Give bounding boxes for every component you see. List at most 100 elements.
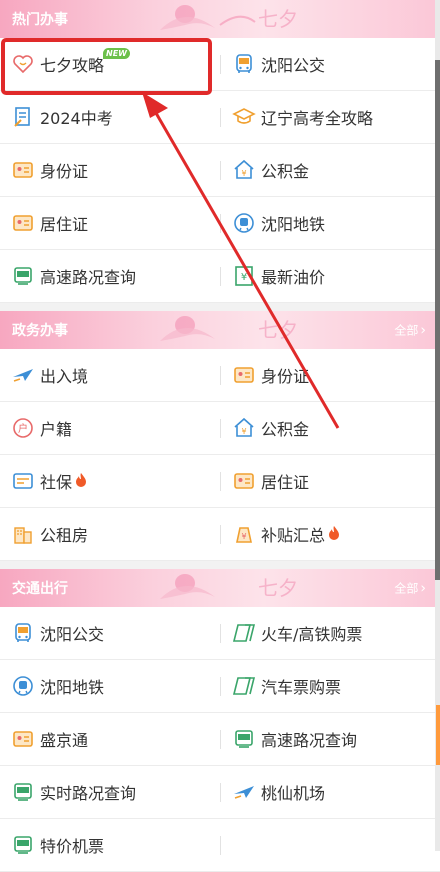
section-title: 政务办事 bbox=[12, 323, 68, 339]
grid-item[interactable]: 高速路况查询 bbox=[0, 250, 220, 303]
grid-item[interactable]: ¥ 公积金 bbox=[220, 402, 440, 455]
grid-item[interactable]: 火车/高铁购票 bbox=[220, 607, 440, 660]
train-ticket-icon bbox=[232, 621, 256, 645]
grid-item[interactable]: 沈阳公交 bbox=[0, 607, 220, 660]
grid-item-label: 最新油价 bbox=[261, 268, 326, 287]
grid-item-label: 高速路况查询 bbox=[40, 268, 137, 287]
grid-item-label: 社保 bbox=[40, 473, 73, 492]
scroll-indicator bbox=[436, 705, 440, 765]
residence-card-icon bbox=[11, 211, 35, 235]
bus-icon bbox=[11, 621, 35, 645]
svg-text:七夕: 七夕 bbox=[258, 7, 298, 31]
grid-item-label: 沈阳地铁 bbox=[40, 678, 105, 697]
grid-item-label: 沈阳地铁 bbox=[261, 215, 326, 234]
subsidy-bag-icon: ¥ bbox=[232, 522, 256, 546]
more-label: 全部 bbox=[394, 581, 419, 596]
grid-item[interactable]: 身份证 bbox=[220, 349, 440, 402]
exam-paper-icon bbox=[11, 105, 35, 129]
grid-item[interactable]: 特价机票 bbox=[0, 819, 220, 872]
grid-item[interactable]: 沈阳公交 bbox=[220, 38, 440, 91]
flame-icon bbox=[325, 525, 340, 544]
svg-text:七夕: 七夕 bbox=[258, 576, 298, 600]
metro-icon bbox=[11, 674, 35, 698]
graduation-cap-icon bbox=[232, 105, 256, 129]
grid-item[interactable]: 身份证 bbox=[0, 144, 220, 197]
grid-item-label: 盛京通 bbox=[40, 731, 89, 750]
grid-item-label: 公租房 bbox=[40, 526, 89, 545]
grid-item[interactable]: 桃仙机场 bbox=[220, 766, 440, 819]
scrollbar-thumb[interactable] bbox=[435, 60, 440, 580]
grid-item-label: 汽车票购票 bbox=[261, 678, 342, 697]
svg-text:¥: ¥ bbox=[241, 169, 246, 178]
grid-item-label: 身份证 bbox=[40, 162, 89, 181]
household-register-icon: 户 bbox=[11, 416, 35, 440]
grid-item-label: 实时路况查询 bbox=[40, 784, 137, 803]
traffic-section-header: 七夕 交通出行 全部 › bbox=[0, 569, 440, 607]
gov-grid: 出入境 身份证户户籍 ¥ 公积金 社保 居住证 公租房 ¥ 补贴汇总 bbox=[0, 349, 440, 561]
grid-item-label: 身份证 bbox=[261, 367, 310, 386]
grid-item-label: 补贴汇总 bbox=[261, 526, 326, 545]
coach-ticket-icon bbox=[232, 674, 256, 698]
grid-item[interactable]: 社保 bbox=[0, 455, 220, 508]
gov-more-link[interactable]: 全部 › bbox=[394, 322, 426, 339]
grid-item[interactable]: 沈阳地铁 bbox=[0, 660, 220, 713]
grid-item[interactable]: 高速路况查询 bbox=[220, 713, 440, 766]
public-housing-icon bbox=[11, 522, 35, 546]
house-fund-icon: ¥ bbox=[232, 158, 256, 182]
grid-item-label: 高速路况查询 bbox=[261, 731, 358, 750]
grid-item-label: 出入境 bbox=[40, 367, 89, 386]
house-fund-icon: ¥ bbox=[232, 416, 256, 440]
grid-item[interactable]: 盛京通 bbox=[0, 713, 220, 766]
svg-text:¥: ¥ bbox=[241, 272, 247, 283]
grid-item-label: 沈阳公交 bbox=[261, 56, 326, 75]
grid-item-label: 辽宁高考全攻略 bbox=[261, 109, 374, 128]
grid-item[interactable]: 出入境 bbox=[0, 349, 220, 402]
traffic-more-link[interactable]: 全部 › bbox=[394, 580, 426, 597]
grid-item[interactable]: ¥ 公积金 bbox=[220, 144, 440, 197]
bus-icon bbox=[232, 52, 256, 76]
svg-text:七夕: 七夕 bbox=[258, 318, 298, 342]
grid-item-label: 火车/高铁购票 bbox=[261, 625, 363, 644]
highlight-box bbox=[1, 38, 212, 95]
section-divider bbox=[0, 303, 440, 311]
grid-item[interactable]: 辽宁高考全攻略 bbox=[220, 91, 440, 144]
id-card-icon bbox=[11, 158, 35, 182]
grid-item[interactable]: 实时路况查询 bbox=[0, 766, 220, 819]
transit-card-icon bbox=[11, 727, 35, 751]
grid-item[interactable]: 居住证 bbox=[220, 455, 440, 508]
svg-text:¥: ¥ bbox=[241, 427, 246, 436]
grid-item-label: 特价机票 bbox=[40, 837, 105, 856]
section-title: 交通出行 bbox=[12, 581, 68, 597]
grid-item-label: 居住证 bbox=[40, 215, 89, 234]
grid-item[interactable]: 汽车票购票 bbox=[220, 660, 440, 713]
hot-section-header: 七夕 热门办事 bbox=[0, 0, 440, 38]
grid-item[interactable]: 沈阳地铁 bbox=[220, 197, 440, 250]
grid-item-label: 2024中考 bbox=[40, 109, 113, 128]
plane-icon bbox=[232, 780, 256, 804]
air-ticket-icon bbox=[11, 833, 35, 857]
section-title: 热门办事 bbox=[12, 12, 68, 28]
metro-icon bbox=[232, 211, 256, 235]
gov-section-header: 七夕 政务办事 全部 › bbox=[0, 311, 440, 349]
flame-icon bbox=[72, 472, 87, 491]
highway-icon bbox=[232, 727, 256, 751]
grid-item[interactable]: ¥ 补贴汇总 bbox=[220, 508, 440, 561]
traffic-section: 七夕 交通出行 全部 › 沈阳公交 火车/高铁购票沈阳地铁 汽车票购票盛京通 高速路况… bbox=[0, 569, 440, 872]
grid-item-label: 户籍 bbox=[40, 420, 73, 439]
grid-item[interactable]: 公租房 bbox=[0, 508, 220, 561]
grid-item[interactable]: 2024中考 bbox=[0, 91, 220, 144]
traffic-grid: 沈阳公交 火车/高铁购票沈阳地铁 汽车票购票盛京通 高速路况查询实时路况查询 桃仙机场特… bbox=[0, 607, 440, 872]
grid-item-empty bbox=[220, 819, 440, 872]
grid-item[interactable]: 户户籍 bbox=[0, 402, 220, 455]
grid-item[interactable]: ¥ 最新油价 bbox=[220, 250, 440, 303]
plane-icon bbox=[11, 363, 35, 387]
svg-text:户: 户 bbox=[18, 422, 28, 435]
grid-item-label: 桃仙机场 bbox=[261, 784, 326, 803]
highway-icon bbox=[11, 264, 35, 288]
id-card-icon bbox=[232, 363, 256, 387]
gov-section: 七夕 政务办事 全部 › 出入境 身份证户户籍 ¥ 公积金 社保 居住证 公租房 ¥ 补贴汇总 bbox=[0, 311, 440, 561]
grid-item[interactable]: 居住证 bbox=[0, 197, 220, 250]
more-label: 全部 bbox=[394, 323, 419, 338]
chevron-right-icon: › bbox=[420, 322, 426, 338]
grid-item-label: 沈阳公交 bbox=[40, 625, 105, 644]
